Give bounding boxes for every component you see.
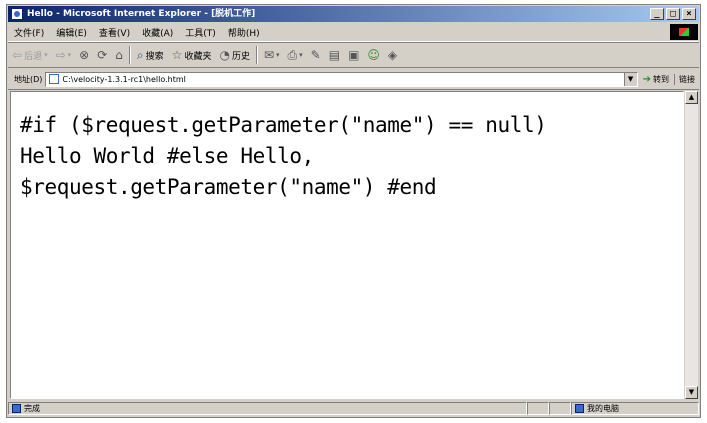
standard-toolbar: ⇦ 后退 ▾ ⇨ ▾ ⊗ ⟳ ⌂ ⌕ 搜索 ☆ 收藏夹 ◔ 历史 ✉ ▾ ⎙ ▾ ✎…	[8, 42, 699, 68]
back-button[interactable]: ⇦ 后退 ▾	[8, 44, 52, 66]
scroll-down-button[interactable]: ▼	[685, 386, 698, 399]
menu-favorites[interactable]: 收藏(A)	[136, 26, 179, 39]
status-progress-cell	[527, 402, 549, 415]
notes-icon: ▣	[348, 48, 360, 62]
scroll-up-button[interactable]: ▲	[685, 91, 698, 104]
chevron-down-icon: ▾	[299, 51, 303, 59]
search-button[interactable]: ⌕ 搜索	[133, 44, 168, 66]
status-bar: 完成 我的电脑	[8, 401, 699, 416]
back-icon: ⇦	[12, 48, 23, 62]
go-label: 转到	[653, 74, 669, 84]
notes-button[interactable]: ▣	[344, 44, 363, 66]
status-zone: 我的电脑	[587, 404, 619, 413]
menu-edit[interactable]: 编辑(E)	[50, 26, 93, 39]
links-button[interactable]: 链接	[674, 73, 699, 85]
menu-view[interactable]: 查看(V)	[93, 26, 136, 39]
history-icon: ◔	[219, 48, 230, 62]
page-icon	[49, 74, 60, 84]
favorites-label: 收藏夹	[184, 51, 212, 62]
menu-tools[interactable]: 工具(T)	[179, 26, 222, 39]
home-button[interactable]: ⌂	[111, 44, 127, 66]
media-button[interactable]: ◈	[384, 44, 401, 66]
refresh-icon: ⟳	[97, 48, 108, 62]
print-icon: ⎙	[287, 47, 298, 62]
discuss-button[interactable]: ▤	[325, 44, 344, 66]
history-label: 历史	[231, 51, 250, 62]
address-url[interactable]: C:\velocity-1.3.1-rc1\hello.html	[62, 75, 623, 84]
status-text-cell: 完成	[8, 402, 527, 415]
toolbar-divider	[255, 46, 258, 64]
home-icon: ⌂	[115, 48, 123, 62]
stop-icon: ⊗	[79, 48, 90, 62]
address-bar: 地址(D) C:\velocity-1.3.1-rc1\hello.html ▼…	[8, 69, 699, 90]
windows-logo-icon	[670, 24, 698, 40]
status-security-cell	[549, 402, 571, 415]
ie-icon	[12, 404, 21, 413]
forward-icon: ⇨	[55, 48, 66, 62]
mail-button[interactable]: ✉ ▾	[260, 44, 284, 66]
print-button[interactable]: ⎙ ▾	[284, 44, 307, 66]
stop-button[interactable]: ⊗	[75, 44, 93, 66]
title-bar: Hello - Microsoft Internet Explorer - [脱…	[8, 6, 699, 22]
chevron-down-icon: ▾	[276, 51, 280, 59]
caption-buttons: _ □ ×	[650, 8, 696, 20]
go-icon: ➔	[642, 73, 651, 85]
page-code: #if ($request.getParameter("name") == nu…	[11, 92, 683, 203]
code-line: Hello World #else Hello,	[20, 144, 314, 168]
refresh-button[interactable]: ⟳	[93, 44, 111, 66]
discuss-icon: ▤	[328, 48, 341, 62]
status-text: 完成	[24, 404, 40, 413]
menu-help[interactable]: 帮助(H)	[222, 26, 266, 39]
edit-icon: ✎	[310, 48, 321, 62]
edit-button[interactable]: ✎	[307, 44, 325, 66]
window-title: Hello - Microsoft Internet Explorer - [脱…	[27, 9, 256, 19]
chevron-down-icon: ▾	[44, 51, 48, 59]
mail-icon: ✉	[263, 48, 275, 62]
minimize-button[interactable]: _	[650, 8, 664, 20]
page-content[interactable]: #if ($request.getParameter("name") == nu…	[10, 91, 684, 399]
chevron-down-icon: ▾	[67, 51, 72, 59]
search-icon: ⌕	[136, 47, 144, 62]
favorites-icon: ☆	[171, 48, 183, 62]
browser-window: Hello - Microsoft Internet Explorer - [脱…	[6, 4, 701, 418]
close-button[interactable]: ×	[682, 8, 696, 20]
vertical-scrollbar[interactable]: ▲ ▼	[685, 91, 698, 399]
toolbar-divider	[128, 46, 131, 64]
status-zone-cell: 我的电脑	[571, 402, 699, 415]
media-icon: ◈	[387, 48, 398, 62]
favorites-button[interactable]: ☆ 收藏夹	[168, 44, 216, 66]
forward-button[interactable]: ⇨ ▾	[52, 44, 76, 66]
menu-bar: 文件(F) 编辑(E) 查看(V) 收藏(A) 工具(T) 帮助(H)	[8, 23, 699, 42]
search-label: 搜索	[145, 51, 164, 62]
chevron-down-icon: ▼	[627, 74, 634, 83]
address-dropdown[interactable]: ▼	[623, 72, 637, 86]
maximize-button[interactable]: □	[666, 8, 680, 20]
messenger-button[interactable]: ☺	[363, 44, 384, 66]
computer-icon	[575, 404, 584, 413]
back-label: 后退	[24, 51, 43, 62]
go-button[interactable]: ➔ 转到	[638, 74, 674, 85]
code-line: $request.getParameter("name") #end	[20, 175, 437, 199]
address-label: 地址(D)	[14, 74, 43, 84]
ie-icon	[11, 8, 23, 20]
history-button[interactable]: ◔ 历史	[215, 44, 254, 66]
menu-file[interactable]: 文件(F)	[8, 26, 50, 39]
address-input[interactable]: C:\velocity-1.3.1-rc1\hello.html ▼	[45, 71, 638, 87]
code-line: #if ($request.getParameter("name") == nu…	[20, 113, 547, 137]
messenger-icon: ☺	[367, 48, 380, 62]
